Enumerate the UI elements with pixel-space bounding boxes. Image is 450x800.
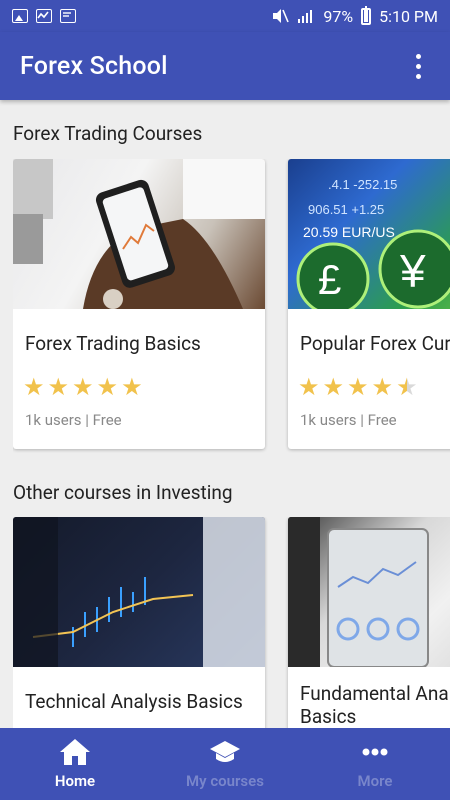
course-card[interactable]: Fundamental Analysis Basics <box>288 517 450 728</box>
nav-home[interactable]: Home <box>0 728 150 800</box>
clock: 5:10 PM <box>379 6 438 26</box>
document-icon <box>60 9 76 23</box>
rating-stars: ★ ★ ★ ★ ★ <box>23 373 143 401</box>
course-meta: 1k users | Free <box>300 411 397 429</box>
star-icon: ★ <box>121 373 143 401</box>
battery-icon <box>361 5 372 25</box>
star-icon: ★ <box>72 373 94 401</box>
nav-label-home: Home <box>54 772 96 790</box>
status-bar: 97% 5:10 PM <box>0 0 450 32</box>
battery-percent: 97% <box>323 6 354 26</box>
nav-more[interactable]: More <box>300 728 450 800</box>
svg-text:£: £ <box>318 256 341 303</box>
star-half-icon: ★ <box>396 373 418 401</box>
star-icon: ★ <box>96 373 119 401</box>
course-image-candlestick <box>13 517 265 667</box>
graduation-cap-icon <box>210 741 240 762</box>
course-title: Forex Trading Basics <box>25 332 201 355</box>
course-title: Popular Forex Currencies <box>300 332 450 355</box>
star-icon: ★ <box>298 373 320 401</box>
course-carousel-forex[interactable]: Forex Trading Basics ★ ★ ★ ★ ★ 1k users … <box>13 159 450 459</box>
more-vert-icon[interactable] <box>406 51 430 81</box>
section-title-forex: Forex Trading Courses <box>13 122 203 145</box>
course-carousel-investing[interactable]: Technical Analysis Basics Fundamental An… <box>13 517 450 728</box>
home-icon <box>60 739 90 765</box>
course-card[interactable]: Forex Trading Basics ★ ★ ★ ★ ★ 1k users … <box>13 159 265 449</box>
star-icon: ★ <box>47 373 70 401</box>
course-card[interactable]: .4.1 -252.15 906.51 +1.25 20.59 EUR/US £… <box>288 159 450 449</box>
course-image-tablet <box>288 517 450 667</box>
rating-stars: ★ ★ ★ ★ ★ <box>298 373 418 401</box>
mute-icon <box>273 9 290 23</box>
course-meta: 1k users | Free <box>25 411 122 429</box>
course-title: Technical Analysis Basics <box>25 690 243 713</box>
activity-icon <box>36 9 52 23</box>
svg-text:20.59 EUR/US: 20.59 EUR/US <box>303 224 395 240</box>
status-right-icons: 97% 5:10 PM <box>271 5 438 26</box>
section-title-investing: Other courses in Investing <box>13 481 233 504</box>
nav-label-my-courses: My courses <box>186 772 264 790</box>
course-title: Fundamental Analysis Basics <box>300 682 450 728</box>
star-icon: ★ <box>23 373 45 401</box>
home-content[interactable]: Forex Trading Courses Forex Trading Basi… <box>0 100 450 728</box>
star-icon: ★ <box>322 373 345 401</box>
app-title: Forex School <box>20 51 168 81</box>
course-image-hand-phone <box>13 159 265 309</box>
star-icon: ★ <box>371 373 394 401</box>
status-left-icons <box>12 9 76 23</box>
nav-my-courses[interactable]: My courses <box>150 728 300 800</box>
nav-label-more: More <box>357 772 393 790</box>
svg-text:906.51 +1.25: 906.51 +1.25 <box>308 202 384 217</box>
signal-icon <box>298 10 313 23</box>
svg-text:.4.1 -252.15: .4.1 -252.15 <box>328 177 397 192</box>
svg-text:¥: ¥ <box>399 245 426 297</box>
course-image-currency: .4.1 -252.15 906.51 +1.25 20.59 EUR/US £… <box>288 159 450 309</box>
app-bar: Forex School <box>0 32 450 100</box>
course-card[interactable]: Technical Analysis Basics <box>13 517 265 728</box>
star-icon: ★ <box>347 373 369 401</box>
bottom-navigation: Home My courses More <box>0 728 450 800</box>
more-horiz-icon <box>362 748 388 756</box>
gallery-icon <box>12 9 28 23</box>
